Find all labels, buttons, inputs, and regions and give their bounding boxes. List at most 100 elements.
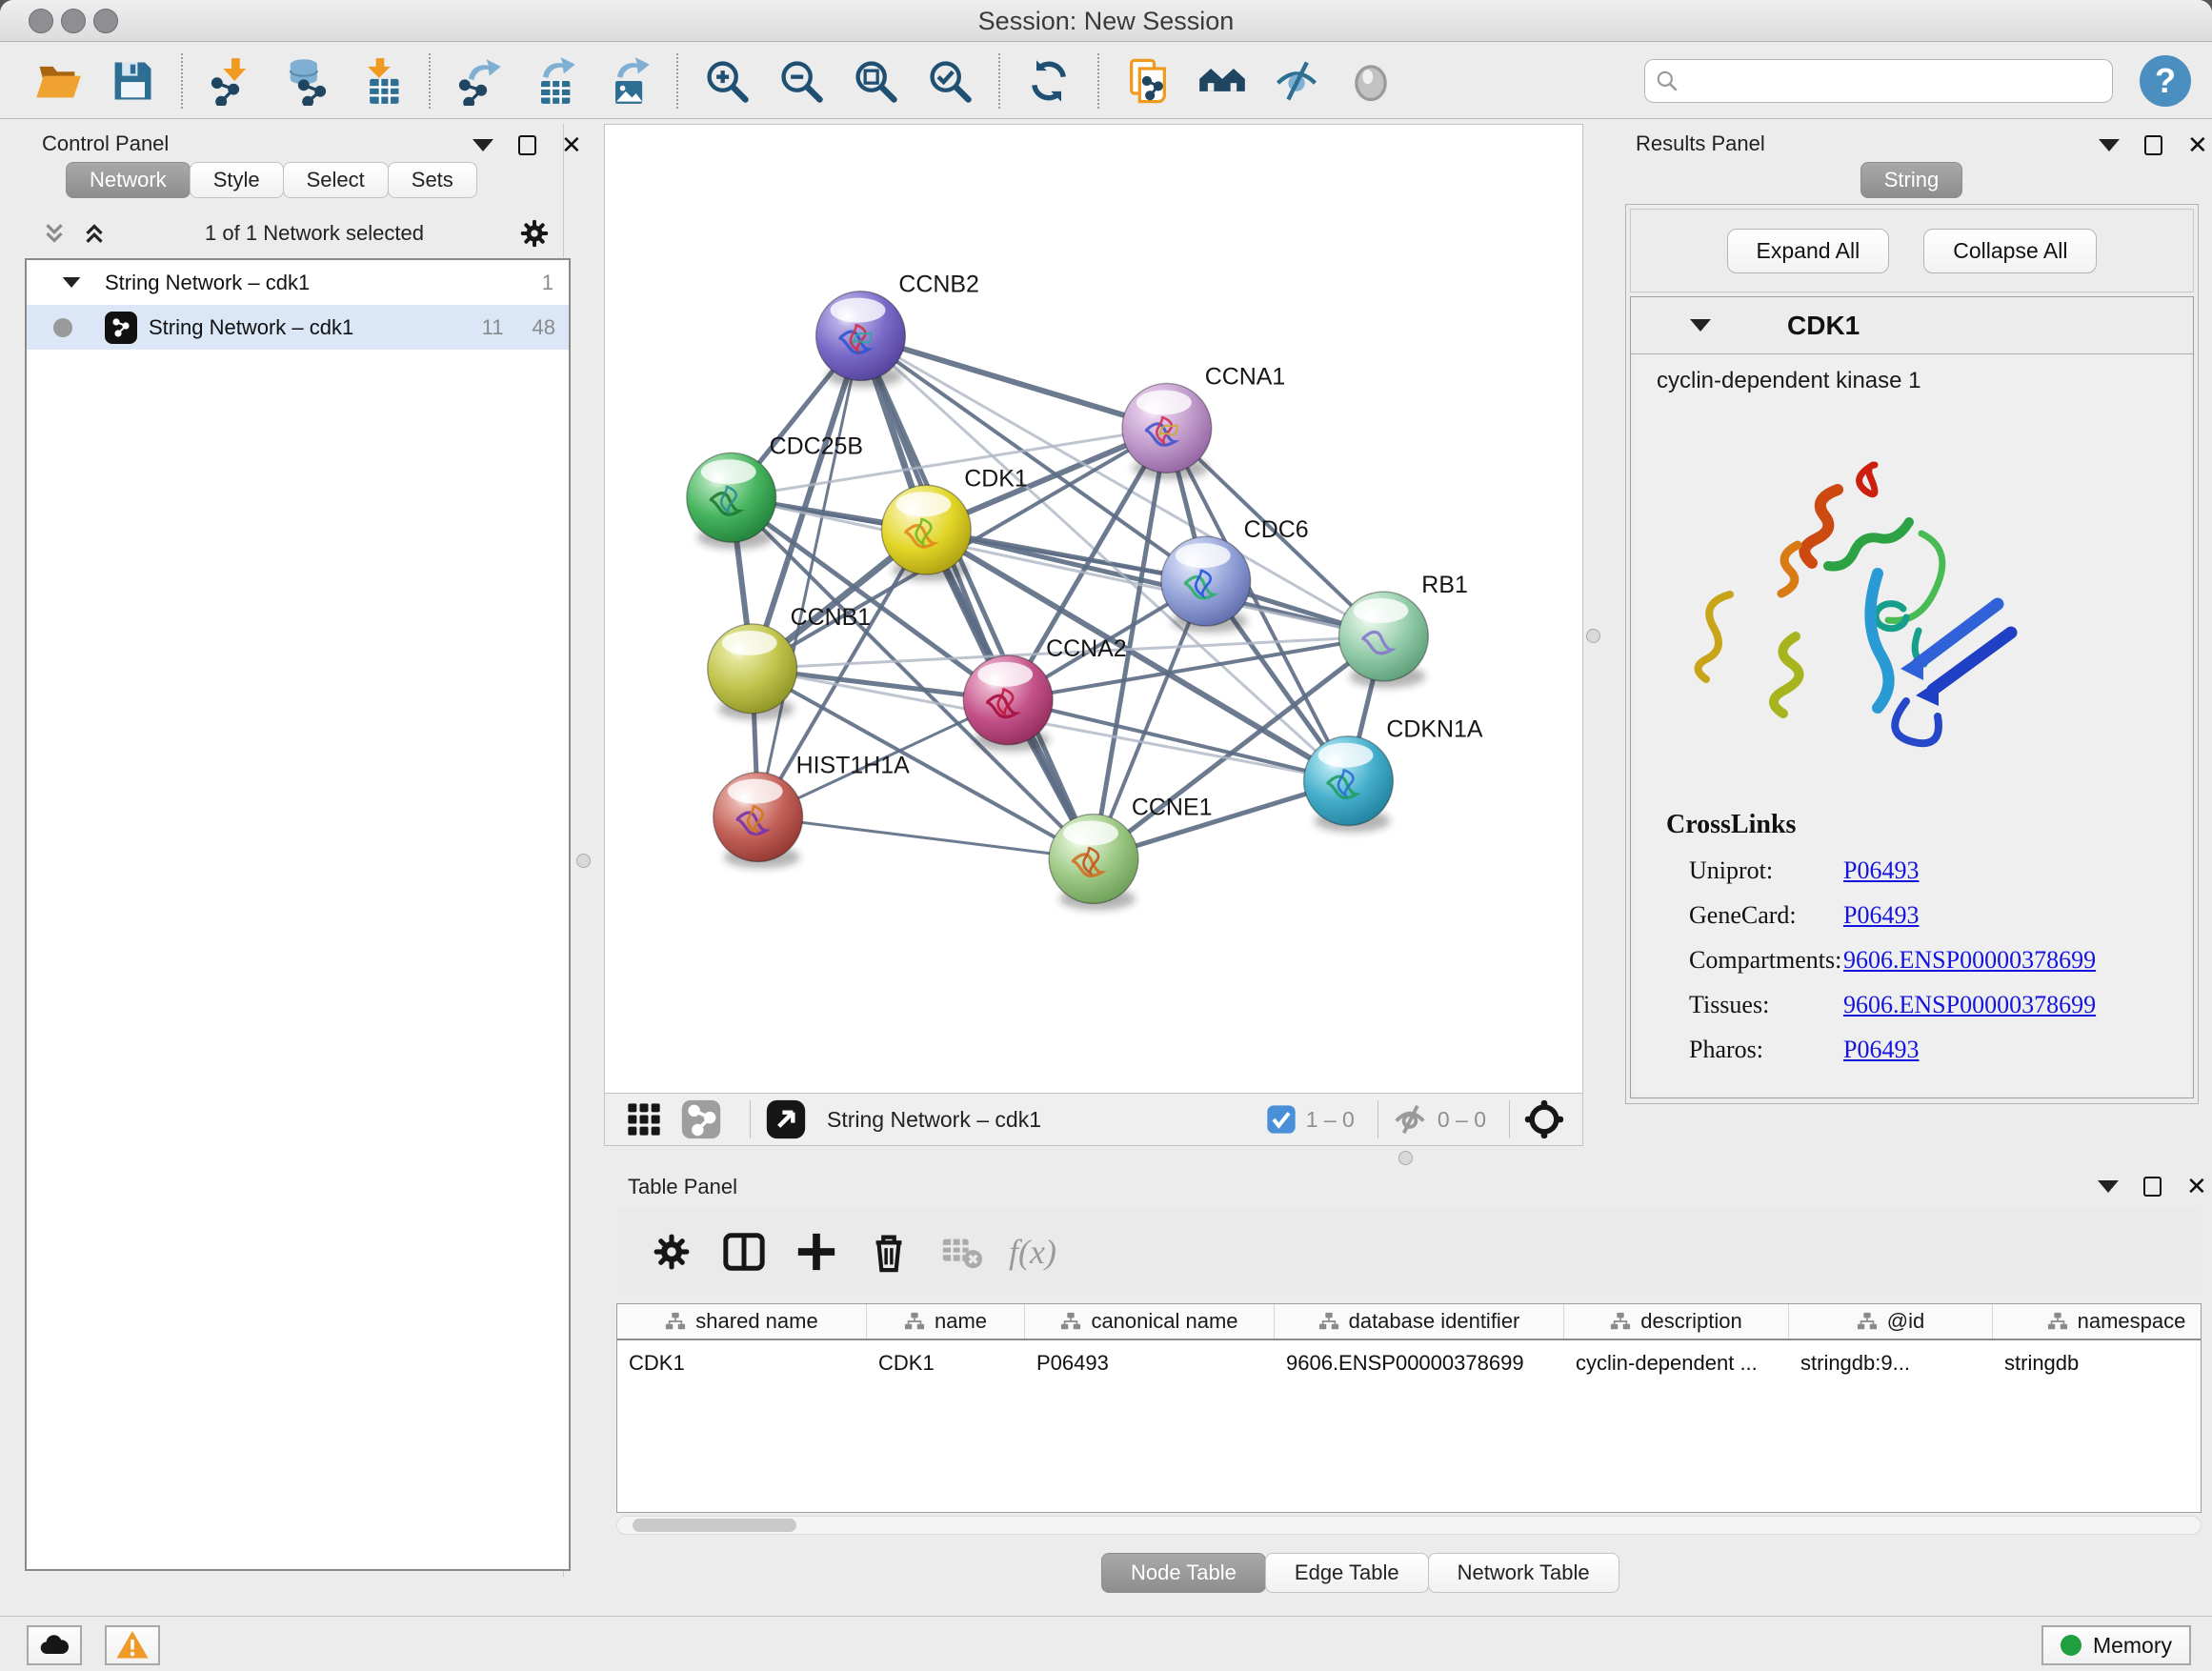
- export-network-button[interactable]: [442, 50, 516, 111]
- network-node-CDKN1A[interactable]: [1304, 736, 1394, 833]
- close-panel-icon[interactable]: ✕: [2187, 135, 2208, 155]
- panel-menu-icon[interactable]: [2098, 1180, 2119, 1193]
- export-image-button[interactable]: [591, 50, 665, 111]
- network-node-CCNE1[interactable]: [1049, 815, 1138, 911]
- network-node-CCNA1[interactable]: [1122, 383, 1212, 479]
- crosslink-link[interactable]: P06493: [1843, 1036, 1919, 1064]
- crosslink-link[interactable]: 9606.ENSP00000378699: [1843, 946, 2096, 975]
- import-table-button[interactable]: [343, 50, 417, 111]
- tree-expander-icon[interactable]: [63, 277, 81, 288]
- table-cell[interactable]: 9606.ENSP00000378699: [1275, 1351, 1564, 1376]
- show-columns-button[interactable]: [714, 1221, 774, 1282]
- gear-icon[interactable]: [518, 217, 551, 250]
- memory-button[interactable]: Memory: [2041, 1625, 2191, 1665]
- zoom-selected-button[interactable]: [913, 50, 987, 111]
- left-splitter-handle[interactable]: [576, 854, 591, 868]
- panel-menu-icon[interactable]: [2099, 139, 2120, 151]
- expand-all-icon[interactable]: [78, 219, 111, 248]
- close-panel-icon[interactable]: ✕: [561, 135, 582, 155]
- scrollbar-thumb[interactable]: [633, 1519, 796, 1532]
- tab-node-table[interactable]: Node Table: [1101, 1553, 1266, 1593]
- fit-content-crosshair-icon[interactable]: [1523, 1098, 1565, 1140]
- warnings-button[interactable]: [105, 1625, 160, 1665]
- search-input[interactable]: [1687, 69, 2102, 93]
- network-node-CDK1[interactable]: [881, 485, 971, 581]
- table-horizontal-scrollbar[interactable]: [616, 1516, 2202, 1535]
- import-network-from-database-button[interactable]: [269, 50, 343, 111]
- hidden-eye-icon[interactable]: [1392, 1101, 1428, 1137]
- birdseye-view-button[interactable]: [764, 1097, 808, 1141]
- tab-network-table[interactable]: Network Table: [1428, 1553, 1619, 1593]
- right-splitter-handle[interactable]: [1586, 629, 1600, 643]
- network-canvas[interactable]: CCNB2CCNA1CDC25BCDK1CDC6RB1CCNB1CCNA2CDK…: [604, 124, 1583, 1094]
- network-collection-row[interactable]: String Network – cdk1 1: [27, 260, 569, 305]
- help-button[interactable]: ?: [2140, 55, 2191, 107]
- network-node-HIST1H1A[interactable]: [714, 773, 803, 869]
- table-cell[interactable]: CDK1: [617, 1351, 867, 1376]
- float-panel-icon[interactable]: [2143, 1177, 2162, 1197]
- add-column-button[interactable]: [786, 1221, 847, 1282]
- export-table-button[interactable]: [516, 50, 591, 111]
- tab-style[interactable]: Style: [190, 162, 284, 198]
- network-row[interactable]: String Network – cdk1 11 48: [27, 305, 569, 350]
- column-header-database-identifier[interactable]: database identifier: [1275, 1304, 1564, 1339]
- open-session-button[interactable]: [21, 50, 95, 111]
- node-table[interactable]: shared namenamecanonical namedatabase id…: [616, 1303, 2202, 1513]
- collapse-all-icon[interactable]: [38, 219, 70, 248]
- table-cell[interactable]: CDK1: [867, 1351, 1025, 1376]
- toolbar-separator: [750, 1100, 751, 1138]
- cloud-status-button[interactable]: [27, 1625, 82, 1665]
- network-node-CCNB1[interactable]: [708, 624, 797, 720]
- copy-network-to-clipboard-button[interactable]: [1111, 50, 1185, 111]
- crosslink-link[interactable]: P06493: [1843, 856, 1919, 885]
- network-overview-toggle[interactable]: [679, 1097, 723, 1141]
- float-panel-icon[interactable]: [2144, 135, 2162, 155]
- tab-edge-table[interactable]: Edge Table: [1265, 1553, 1429, 1593]
- node-result-header[interactable]: CDK1: [1631, 297, 2193, 354]
- import-network-button[interactable]: [194, 50, 269, 111]
- bottom-splitter-handle[interactable]: [1398, 1151, 1413, 1165]
- apply-style-refresh-button[interactable]: [1012, 50, 1086, 111]
- column-header-description[interactable]: description: [1564, 1304, 1789, 1339]
- network-node-CDC6[interactable]: [1161, 536, 1251, 633]
- selected-checkbox-icon[interactable]: [1266, 1104, 1297, 1135]
- tab-sets[interactable]: Sets: [388, 162, 477, 198]
- table-cell[interactable]: cyclin-dependent ...: [1564, 1351, 1789, 1376]
- tab-select[interactable]: Select: [283, 162, 389, 198]
- table-row[interactable]: CDK1CDK1P064939606.ENSP00000378699cyclin…: [617, 1340, 2201, 1386]
- expand-all-button[interactable]: Expand All: [1727, 229, 1890, 273]
- collapse-entry-icon[interactable]: [1690, 319, 1711, 332]
- hide-selected-button[interactable]: [1259, 50, 1334, 111]
- network-tree: String Network – cdk1 1 String Network –…: [25, 258, 571, 1571]
- column-header-name[interactable]: name: [867, 1304, 1025, 1339]
- show-hidden-button[interactable]: [1334, 50, 1408, 111]
- column-header-shared-name[interactable]: shared name: [617, 1304, 867, 1339]
- network-node-RB1[interactable]: [1338, 592, 1428, 688]
- zoom-out-button[interactable]: [764, 50, 838, 111]
- tab-network[interactable]: Network: [66, 162, 191, 198]
- close-panel-icon[interactable]: ✕: [2186, 1177, 2207, 1197]
- crosslink-link[interactable]: 9606.ENSP00000378699: [1843, 991, 2096, 1019]
- table-cell[interactable]: stringdb:9...: [1789, 1351, 1993, 1376]
- column-header-namespace[interactable]: namespace: [1993, 1304, 2202, 1339]
- save-session-button[interactable]: [95, 50, 170, 111]
- collapse-all-button[interactable]: Collapse All: [1923, 229, 2097, 273]
- tab-string[interactable]: String: [1860, 162, 1962, 198]
- float-panel-icon[interactable]: [518, 135, 536, 155]
- network-node-CCNA2[interactable]: [963, 655, 1053, 752]
- table-cell[interactable]: stringdb: [1993, 1351, 2202, 1376]
- panel-menu-icon[interactable]: [473, 139, 493, 151]
- column-header-canonical-name[interactable]: canonical name: [1025, 1304, 1275, 1339]
- network-edges[interactable]: [732, 336, 1384, 859]
- table-cell[interactable]: P06493: [1025, 1351, 1275, 1376]
- delete-column-button[interactable]: [858, 1221, 919, 1282]
- network-node-CDC25B[interactable]: [687, 453, 776, 549]
- column-header--id[interactable]: @id: [1789, 1304, 1993, 1339]
- show-grid-button[interactable]: [622, 1097, 666, 1141]
- zoom-fit-button[interactable]: [838, 50, 913, 111]
- zoom-in-button[interactable]: [690, 50, 764, 111]
- network-node-CCNB2[interactable]: [816, 292, 906, 388]
- crosslink-link[interactable]: P06493: [1843, 901, 1919, 930]
- show-all-networks-button[interactable]: [1185, 50, 1259, 111]
- table-settings-button[interactable]: [641, 1221, 702, 1282]
